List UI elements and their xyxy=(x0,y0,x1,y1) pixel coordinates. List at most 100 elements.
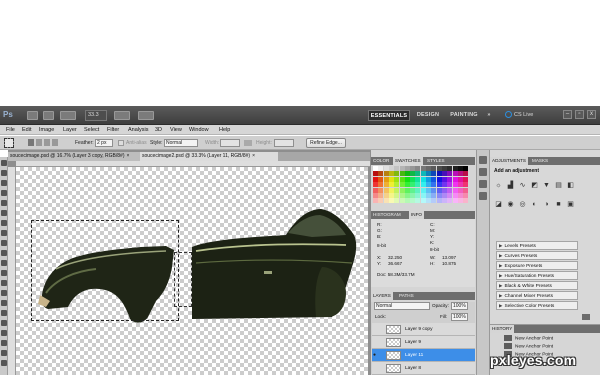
swatch-chip[interactable] xyxy=(420,171,426,177)
healing-tool-icon[interactable] xyxy=(1,220,7,226)
swatch-chip[interactable] xyxy=(463,182,469,188)
preset-channel-mixer[interactable]: ▶ Channel Mixer Presets xyxy=(496,291,578,300)
swatch-chip[interactable] xyxy=(388,166,394,171)
crop-tool-icon[interactable] xyxy=(1,200,7,206)
workspace-more-button[interactable]: » xyxy=(484,110,494,121)
layer-row[interactable]: Layer 9 copy xyxy=(372,323,475,336)
cs-live-button[interactable]: CS Live xyxy=(505,110,533,121)
swatch-chip[interactable] xyxy=(463,171,469,177)
close-button[interactable]: x xyxy=(587,110,596,119)
swatch-chip[interactable] xyxy=(426,171,431,177)
visibility-icon[interactable] xyxy=(373,339,379,345)
swatch-chip[interactable] xyxy=(463,193,469,198)
swatch-chip[interactable] xyxy=(399,198,405,204)
swatch-chip[interactable] xyxy=(404,182,410,188)
swatch-chip[interactable] xyxy=(447,193,453,198)
swatch-chip[interactable] xyxy=(426,198,431,204)
swatch-chip[interactable] xyxy=(394,166,400,171)
tab-styles[interactable]: STYLES xyxy=(425,157,447,165)
screen-mode-icon[interactable] xyxy=(138,111,154,120)
swatch-chip[interactable] xyxy=(457,193,463,198)
preset-exposure[interactable]: ▶ Exposure Presets xyxy=(496,261,578,270)
tab-adjustments[interactable]: ADJUSTMENTS xyxy=(490,157,528,165)
swatch-chip[interactable] xyxy=(441,171,447,177)
swatch-chip[interactable] xyxy=(373,193,378,198)
swatch-chip[interactable] xyxy=(373,182,378,188)
minimize-button[interactable]: – xyxy=(563,110,572,119)
move-tool-icon[interactable] xyxy=(1,160,7,166)
swatch-chip[interactable] xyxy=(441,198,447,204)
menu-edit[interactable]: Edit xyxy=(22,126,31,134)
threshold-icon[interactable]: ■ xyxy=(554,200,563,209)
history-item[interactable]: New Anchor Point xyxy=(491,335,599,343)
channel-mixer-icon[interactable]: ◎ xyxy=(518,200,527,209)
swatch-chip[interactable] xyxy=(394,176,400,182)
swatch-chip[interactable] xyxy=(426,166,431,171)
swatch-chip[interactable] xyxy=(441,187,447,193)
panel-toggle-icon[interactable] xyxy=(479,156,487,164)
swatch-chip[interactable] xyxy=(431,182,437,188)
swatch-chip[interactable] xyxy=(426,193,431,198)
hand-tool-icon[interactable] xyxy=(1,350,7,356)
swatch-chip[interactable] xyxy=(399,176,405,182)
swatch-chip[interactable] xyxy=(441,166,447,171)
eye-icon[interactable]: ● xyxy=(373,352,379,358)
menu-image[interactable]: Image xyxy=(39,126,54,134)
swatch-chip[interactable] xyxy=(452,166,458,171)
swatch-chip[interactable] xyxy=(378,166,384,171)
blur-tool-icon[interactable] xyxy=(1,280,7,286)
swatch-chip[interactable] xyxy=(394,187,400,193)
swatch-chip[interactable] xyxy=(373,187,378,193)
swatch-chip[interactable] xyxy=(431,198,437,204)
swatch-chip[interactable] xyxy=(447,171,453,177)
swatch-chip[interactable] xyxy=(383,187,389,193)
menu-window[interactable]: Window xyxy=(189,126,209,134)
swatch-chip[interactable] xyxy=(383,171,389,177)
menu-select[interactable]: Select xyxy=(84,126,99,134)
posterize-icon[interactable]: ◑ xyxy=(542,200,551,209)
swatch-chip[interactable] xyxy=(426,187,431,193)
workspace-painting-button[interactable]: PAINTING xyxy=(447,110,481,121)
height-input[interactable] xyxy=(274,139,294,147)
swatch-chip[interactable] xyxy=(410,193,416,198)
swatch-chip[interactable] xyxy=(378,176,384,182)
marquee-tool-icon[interactable] xyxy=(1,170,7,176)
exposure-icon[interactable]: ◩ xyxy=(530,181,539,190)
swatch-chip[interactable] xyxy=(410,176,416,182)
clone-stamp-tool-icon[interactable] xyxy=(1,240,7,246)
menu-file[interactable]: File xyxy=(6,126,15,134)
swatch-chip[interactable] xyxy=(436,166,442,171)
swatch-chip[interactable] xyxy=(404,171,410,177)
shape-tool-icon[interactable] xyxy=(1,330,7,336)
swatch-chip[interactable] xyxy=(441,193,447,198)
tab-layers[interactable]: LAYERS xyxy=(371,292,393,300)
opacity-input[interactable]: 100% xyxy=(451,302,468,310)
swatch-chip[interactable] xyxy=(399,187,405,193)
hue-saturation-icon[interactable]: ▤ xyxy=(554,181,563,190)
swatch-chip[interactable] xyxy=(383,166,389,171)
swatch-chip[interactable] xyxy=(383,198,389,204)
tab-swatches[interactable]: SWATCHES xyxy=(393,157,423,165)
blend-mode-select[interactable]: Normal xyxy=(374,302,430,310)
preset-hue-saturation[interactable]: ▶ Hue/Saturation Presets xyxy=(496,271,578,280)
history-item[interactable]: New Anchor Point xyxy=(491,343,599,351)
gradient-tool-icon[interactable] xyxy=(1,270,7,276)
visibility-icon[interactable] xyxy=(373,365,379,371)
swatch-chip[interactable] xyxy=(415,166,421,171)
swatch-chip[interactable] xyxy=(436,176,442,182)
levels-icon[interactable]: ▟ xyxy=(506,181,515,190)
swatch-chip[interactable] xyxy=(452,193,458,198)
swatch-chip[interactable] xyxy=(410,171,416,177)
preset-selective-color[interactable]: ▶ Selective Color Presets xyxy=(496,301,578,310)
swatch-chip[interactable] xyxy=(431,193,437,198)
menu-filter[interactable]: Filter xyxy=(107,126,119,134)
lasso-tool-icon[interactable] xyxy=(1,180,7,186)
swatch-chip[interactable] xyxy=(404,166,410,171)
swatch-chip[interactable] xyxy=(436,198,442,204)
swatch-chip[interactable] xyxy=(410,166,416,171)
swatch-chip[interactable] xyxy=(463,198,469,204)
swatch-chip[interactable] xyxy=(447,198,453,204)
swatch-chip[interactable] xyxy=(452,171,458,177)
brightness-icon[interactable]: ☼ xyxy=(494,181,503,190)
swatch-chip[interactable] xyxy=(452,198,458,204)
